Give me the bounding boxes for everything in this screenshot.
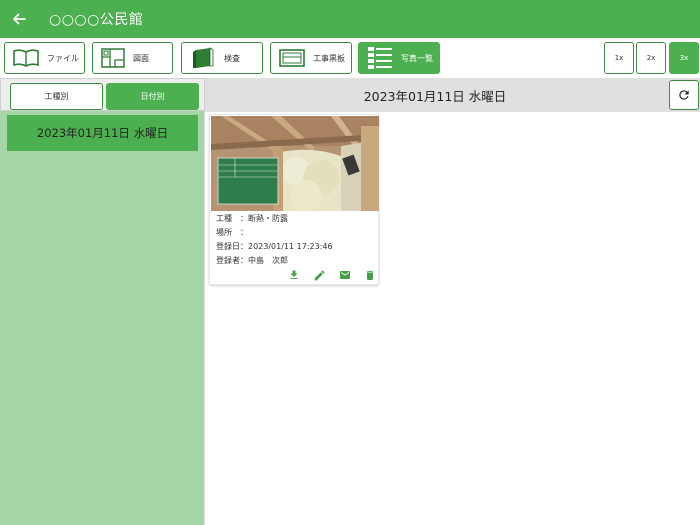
edit-button[interactable]	[311, 267, 327, 283]
date-title: 2023年01月11日 水曜日	[363, 88, 507, 104]
info-key: 登録者	[216, 256, 240, 265]
tab-by-date[interactable]: 日付別	[106, 83, 199, 110]
info-separator: ：	[240, 228, 248, 237]
info-value: 中島 次郎	[248, 256, 288, 265]
back-arrow-icon	[13, 13, 26, 25]
mail-button[interactable]	[337, 267, 353, 283]
date-header: 2023年01月11日 水曜日	[205, 78, 700, 112]
photo-grid: 工種 ： 断熱・防露 場所 ： 登録日 ： 2023/01/11 17:23:4…	[205, 112, 700, 525]
sidebar-tab-bar: 工種別 日付別	[0, 78, 205, 111]
refresh-icon	[679, 90, 689, 100]
tab-by-work-type[interactable]: 工種別	[10, 83, 103, 110]
inspection-button-label: 検査	[224, 53, 240, 63]
info-separator: ：	[240, 256, 248, 265]
photo-card[interactable]: 工種 ： 断熱・防露 場所 ： 登録日 ： 2023/01/11 17:23:4…	[209, 114, 379, 285]
download-button[interactable]	[286, 267, 302, 283]
book-icon	[13, 49, 39, 67]
toolbar: ファイル 図面 検査 工事黒板 写真一覧 1x 2x 3x	[0, 38, 700, 78]
back-button[interactable]	[0, 0, 38, 38]
info-separator: ：	[240, 242, 248, 251]
zoom-2x-button[interactable]: 2x	[636, 42, 666, 74]
photo-list-button-label: 写真一覧	[401, 53, 433, 63]
refresh-button[interactable]	[669, 80, 699, 110]
sidebar: 工種別 日付別 2023年01月11日 水曜日	[0, 78, 205, 525]
photo-image	[211, 116, 379, 211]
construction-board-button-label: 工事黒板	[313, 53, 345, 63]
file-button[interactable]: ファイル	[4, 42, 85, 74]
trash-icon	[366, 270, 374, 280]
zoom-1x-button[interactable]: 1x	[604, 42, 634, 74]
photo-list-button[interactable]: 写真一覧	[358, 42, 440, 74]
photo-list-icon	[368, 47, 392, 69]
info-separator: ：	[240, 214, 248, 223]
info-row-location: 場所 ：	[216, 226, 376, 240]
drawing-button[interactable]: 図面	[92, 42, 173, 74]
sidebar-item-date[interactable]: 2023年01月11日 水曜日	[7, 115, 198, 151]
info-key: 場所	[216, 228, 232, 237]
drawing-button-label: 図面	[133, 53, 149, 63]
info-value: 2023/01/11 17:23:46	[248, 242, 333, 251]
download-icon	[290, 270, 298, 279]
binder-icon	[193, 47, 214, 68]
photo-info: 工種 ： 断熱・防露 場所 ： 登録日 ： 2023/01/11 17:23:4…	[216, 212, 376, 268]
photo-thumbnail[interactable]	[211, 116, 379, 211]
info-key: 工種	[216, 214, 232, 223]
info-row-registrant: 登録者 ： 中島 次郎	[216, 254, 376, 268]
info-row-work-type: 工種 ： 断熱・防露	[216, 212, 376, 226]
construction-board-button[interactable]: 工事黒板	[270, 42, 352, 74]
pencil-icon	[314, 270, 325, 280]
photo-actions	[286, 267, 378, 283]
info-key: 登録日	[216, 242, 240, 251]
app-header: ○○○○公民館	[0, 0, 700, 38]
file-button-label: ファイル	[47, 53, 79, 63]
inspection-button[interactable]: 検査	[181, 42, 263, 74]
floorplan-icon	[101, 48, 125, 68]
page-title: ○○○○公民館	[49, 12, 144, 28]
mail-icon	[339, 271, 350, 279]
info-value: 断熱・防露	[248, 214, 288, 223]
info-row-registered-date: 登録日 ： 2023/01/11 17:23:46	[216, 240, 376, 254]
delete-button[interactable]	[362, 267, 378, 283]
zoom-3x-button[interactable]: 3x	[669, 42, 699, 74]
blackboard-icon	[279, 49, 305, 67]
